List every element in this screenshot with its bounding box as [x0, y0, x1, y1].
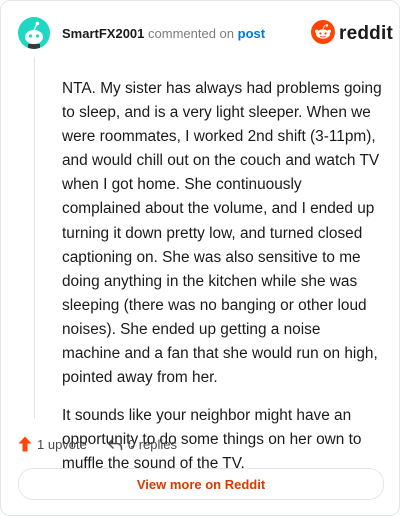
- reddit-snoo-icon: [311, 19, 335, 49]
- upvote-button[interactable]: 1 upvote: [18, 436, 87, 452]
- upvote-count: 1 upvote: [37, 436, 87, 452]
- reply-arrow-icon: [107, 437, 123, 451]
- view-more-button[interactable]: View more on Reddit: [18, 468, 384, 500]
- comment-body: NTA. My sister has always had problems g…: [62, 77, 382, 491]
- comment-card: SmartFX2001 commented on post reddit NTA…: [0, 0, 400, 516]
- reddit-wordmark: reddit: [339, 23, 393, 44]
- action-text: commented on: [148, 26, 235, 41]
- comment-header: SmartFX2001 commented on post: [62, 26, 265, 42]
- reply-button[interactable]: 0 replies: [107, 437, 177, 452]
- upvote-arrow-icon: [18, 436, 32, 452]
- thread-line[interactable]: [34, 57, 35, 419]
- post-link[interactable]: post: [238, 26, 265, 41]
- reply-count: 0 replies: [127, 436, 178, 452]
- reddit-logo[interactable]: reddit: [311, 19, 393, 49]
- avatar[interactable]: [18, 17, 50, 49]
- comment-actions: 1 upvote 0 replies: [18, 434, 177, 454]
- comment-paragraph-1: NTA. My sister has always had problems g…: [62, 80, 382, 387]
- username[interactable]: SmartFX2001: [62, 26, 144, 41]
